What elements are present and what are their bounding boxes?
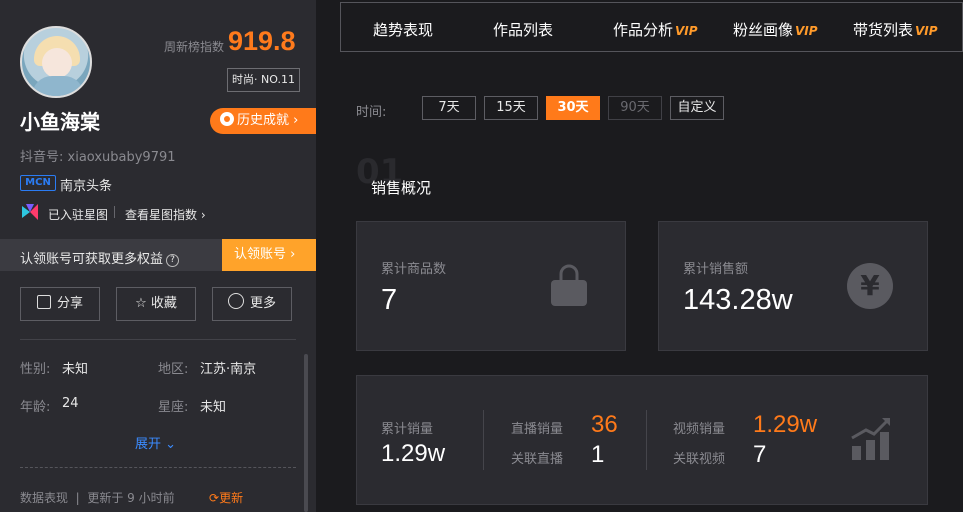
gender-label: 性别: xyxy=(20,362,51,377)
age-label: 年龄: xyxy=(20,400,51,415)
vip-badge: VIP xyxy=(915,24,938,38)
account-name: 小鱼海棠 xyxy=(20,110,100,134)
bar-chart-icon xyxy=(851,418,890,460)
divider xyxy=(114,206,115,218)
refresh-button[interactable]: ⟳更新 xyxy=(209,489,243,506)
video-sales-label: 视频销量 xyxy=(673,422,726,437)
star-map-icon xyxy=(22,204,38,220)
section-title: 销售概况 xyxy=(371,179,432,197)
star-icon: ☆ xyxy=(135,296,147,311)
total-products-label: 累计商品数 xyxy=(381,262,447,277)
claim-text: 认领账号可获取更多权益? xyxy=(20,248,180,267)
tab-trend[interactable]: 趋势表现 xyxy=(373,19,433,40)
medal-icon xyxy=(220,112,234,126)
more-icon xyxy=(227,293,244,309)
share-icon xyxy=(36,295,51,309)
divider xyxy=(483,410,484,470)
total-sales-label: 累计销量 xyxy=(381,422,434,437)
chevron-right-icon: › xyxy=(290,247,296,262)
video-sales-value: 1.29w xyxy=(753,411,818,438)
mcn-tag: MCN xyxy=(20,175,56,191)
time-30d-button[interactable]: 30天 xyxy=(546,96,600,120)
time-90d-button[interactable]: 90天 xyxy=(608,96,662,120)
time-7d-button[interactable]: 7天 xyxy=(422,96,476,120)
chevron-right-icon: › xyxy=(200,208,206,222)
total-sales-amount-label: 累计销售额 xyxy=(683,262,749,277)
linked-live-value: 1 xyxy=(591,441,605,468)
linked-live-label: 关联直播 xyxy=(511,452,564,467)
yen-icon: ¥ xyxy=(847,263,893,309)
linked-video-value: 7 xyxy=(753,441,767,468)
data-footer: 数据表现 | 更新于 9 小时前 xyxy=(20,491,175,505)
tab-fans[interactable]: 粉丝画像 VIP xyxy=(733,19,818,40)
divider xyxy=(646,410,647,470)
tab-works[interactable]: 作品列表 xyxy=(493,19,553,40)
total-sales-value: 1.29w xyxy=(381,440,446,467)
time-15d-button[interactable]: 15天 xyxy=(484,96,538,120)
region-value: 江苏·南京 xyxy=(200,362,257,377)
zodiac-value: 未知 xyxy=(200,400,227,415)
age-value: 24 xyxy=(62,396,79,411)
refresh-icon: ⟳ xyxy=(209,491,220,505)
help-icon[interactable]: ? xyxy=(166,254,180,267)
favorite-button[interactable]: ☆ 收藏 xyxy=(116,287,196,321)
chevron-down-icon: ⌄ xyxy=(165,437,177,452)
shopping-bag-icon xyxy=(551,264,587,306)
total-sales-amount-value: 143.28w xyxy=(683,284,793,316)
weekly-score: 919.8 xyxy=(228,26,296,56)
avatar[interactable] xyxy=(20,26,92,98)
tab-works-analysis[interactable]: 作品分析 VIP xyxy=(613,19,698,40)
chevron-right-icon: › xyxy=(293,113,299,128)
gender-value: 未知 xyxy=(62,362,89,377)
profile-panel: 周新榜指数 919.8 时尚· NO.11 小鱼海棠 历史成就 › 抖音号: x… xyxy=(0,0,316,512)
scrollbar[interactable] xyxy=(304,354,308,512)
star-index-link[interactable]: 查看星图指数 › xyxy=(125,206,206,223)
more-button[interactable]: 更多 xyxy=(212,287,292,321)
zodiac-label: 星座: xyxy=(158,400,189,415)
linked-video-label: 关联视频 xyxy=(673,452,726,467)
live-sales-label: 直播销量 xyxy=(511,422,564,437)
score-label: 周新榜指数 xyxy=(164,40,225,54)
star-joined-text: 已入驻星图 xyxy=(48,208,109,222)
vip-badge: VIP xyxy=(795,24,818,38)
divider xyxy=(20,339,296,340)
live-sales-value: 36 xyxy=(591,411,618,438)
total-products-value: 7 xyxy=(381,284,398,316)
time-custom-button[interactable]: 自定义 xyxy=(670,96,724,120)
history-achievements-button[interactable]: 历史成就 › xyxy=(210,108,316,134)
vip-badge: VIP xyxy=(675,24,698,38)
expand-button[interactable]: 展开 ⌄ xyxy=(135,433,176,452)
mcn-name[interactable]: 南京头条 xyxy=(60,175,112,194)
rank-badge: 时尚· NO.11 xyxy=(227,68,300,92)
region-label: 地区: xyxy=(158,362,189,377)
tab-bar: 趋势表现 作品列表 作品分析 VIP 粉丝画像 VIP 带货列表 VIP xyxy=(340,2,963,52)
douyin-id: 抖音号: xiaoxubaby9791 xyxy=(20,150,176,165)
time-label: 时间: xyxy=(356,105,387,120)
tab-goods[interactable]: 带货列表 VIP xyxy=(853,19,938,40)
claim-account-button[interactable]: 认领账号 › xyxy=(222,239,316,271)
divider xyxy=(20,467,296,468)
share-button[interactable]: 分享 xyxy=(20,287,100,321)
